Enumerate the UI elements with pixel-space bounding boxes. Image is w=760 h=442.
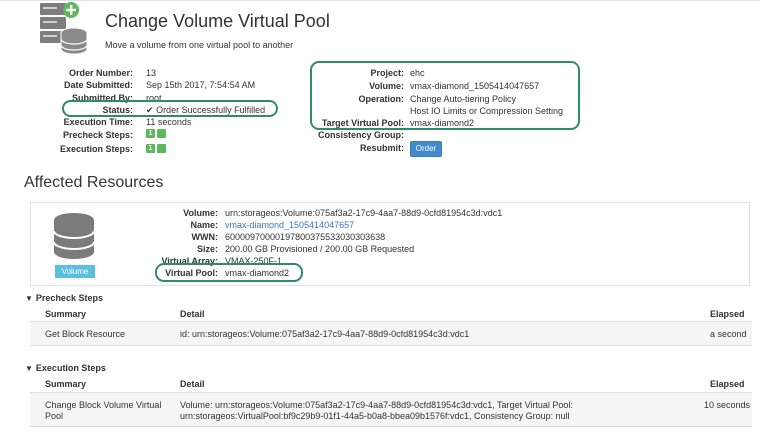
precheck-step-indicator xyxy=(157,129,166,139)
resubmit-order-button[interactable]: Order xyxy=(410,141,442,157)
resource-name-label: Name: xyxy=(190,220,218,230)
operation-label: Operation: xyxy=(358,94,404,104)
precheck-steps-title: Precheck Steps xyxy=(35,293,103,303)
execution-row-summary-line2: Pool xyxy=(45,411,64,421)
target-virtual-pool-value: vmax-diamond2 xyxy=(410,118,475,128)
checkmark-icon: ✔ xyxy=(146,105,154,115)
precheck-steps-boxes: 1 xyxy=(146,128,168,139)
execution-steps-toggle[interactable]: ▼ Execution Steps xyxy=(25,363,106,373)
precheck-row-summary: Get Block Resource xyxy=(45,329,126,339)
resubmit-label: Resubmit: xyxy=(359,143,404,153)
submitted-by-label: Submitted By: xyxy=(71,93,133,103)
status-label: Status: xyxy=(102,105,133,115)
page-subtitle: Move a volume from one virtual pool to a… xyxy=(105,40,294,50)
chevron-down-icon: ▼ xyxy=(25,294,33,303)
service-database-icon xyxy=(40,2,88,55)
volume-value: vmax-diamond_1505414047657 xyxy=(410,81,540,91)
project-label: Project: xyxy=(370,68,404,78)
precheck-col-elapsed: Elapsed xyxy=(710,309,745,319)
consistency-group-label: Consistency Group: xyxy=(317,130,404,140)
resource-volume-value: urn:storageos:Volume:075af3a2-17c9-4aa7-… xyxy=(225,208,503,218)
execution-steps-title: Execution Steps xyxy=(35,363,106,373)
date-submitted-value: Sep 15th 2017, 7:54:54 AM xyxy=(146,80,256,90)
status-value: ✔ Order Successfully Fulfilled xyxy=(146,105,265,116)
execution-steps-boxes: 1 xyxy=(146,143,168,154)
execution-time-label: Execution Time: xyxy=(63,117,133,127)
resource-name-link[interactable]: vmax-diamond_1505414047657 xyxy=(225,220,354,230)
execution-row-detail-line2: urn:storageos:VirtualPool:bf9c29b9-01f1-… xyxy=(180,411,570,421)
precheck-col-summary: Summary xyxy=(45,309,87,319)
status-text: Order Successfully Fulfilled xyxy=(156,105,266,115)
precheck-row-detail: id: urn:storageos:Volume:075af3a2-17c9-4… xyxy=(180,329,470,339)
precheck-col-detail: Detail xyxy=(180,309,205,319)
execution-col-elapsed: Elapsed xyxy=(710,379,745,389)
resource-virtual-pool-value: vmax-diamond2 xyxy=(225,268,290,278)
volume-database-icon xyxy=(53,213,95,259)
chevron-down-icon: ▼ xyxy=(25,364,33,373)
precheck-table-bottom xyxy=(30,345,752,346)
submitted-by-value: root xyxy=(146,93,162,103)
date-submitted-label: Date Submitted: xyxy=(63,80,133,90)
execution-table-bottom xyxy=(30,426,752,427)
execution-steps-label: Execution Steps: xyxy=(59,144,133,154)
resource-wwn-value: 60000970000197800375533030303638 xyxy=(225,232,386,242)
page-title: Change Volume Virtual Pool xyxy=(105,11,330,31)
resource-volume-label: Volume: xyxy=(183,208,218,218)
precheck-row-elapsed: a second xyxy=(710,329,747,339)
resource-virtual-array-label: Virtual Array: xyxy=(161,256,218,266)
project-value: ehc xyxy=(410,68,425,78)
operation-value-continued: Host IO Limits or Compression Setting xyxy=(410,106,564,116)
execution-row-detail-line1: Volume: urn:storageos:Volume:075af3a2-17… xyxy=(180,400,573,410)
precheck-step-count: 1 xyxy=(146,129,155,139)
execution-step-indicator xyxy=(157,144,166,154)
execution-step-count: 1 xyxy=(146,144,155,154)
volume-type-badge: Volume xyxy=(55,265,95,278)
affected-resources-title: Affected Resources xyxy=(24,174,164,191)
execution-time-value: 11 seconds xyxy=(146,117,192,127)
execution-col-summary: Summary xyxy=(45,379,87,389)
resource-wwn-label: WWN: xyxy=(191,232,219,242)
execution-row-elapsed: 10 seconds xyxy=(704,400,751,410)
resource-virtual-array-value: VMAX-250F-1 xyxy=(225,256,283,266)
order-number-label: Order Number: xyxy=(68,68,133,78)
resource-size-value: 200.00 GB Provisioned / 200.00 GB Reques… xyxy=(225,244,415,254)
execution-row-summary-line1: Change Block Volume Virtual xyxy=(45,400,162,410)
operation-value: Change Auto-tiering Policy xyxy=(410,94,517,104)
top-border xyxy=(0,0,760,1)
resource-virtual-pool-label: Virtual Pool: xyxy=(165,268,218,278)
execution-col-detail: Detail xyxy=(180,379,205,389)
resource-size-label: Size: xyxy=(196,244,218,254)
precheck-steps-toggle[interactable]: ▼ Precheck Steps xyxy=(25,293,103,303)
precheck-steps-label: Precheck Steps: xyxy=(62,130,133,140)
order-number-value: 13 xyxy=(146,68,157,78)
volume-label: Volume: xyxy=(369,81,404,91)
target-virtual-pool-label: Target Virtual Pool: xyxy=(321,118,404,128)
